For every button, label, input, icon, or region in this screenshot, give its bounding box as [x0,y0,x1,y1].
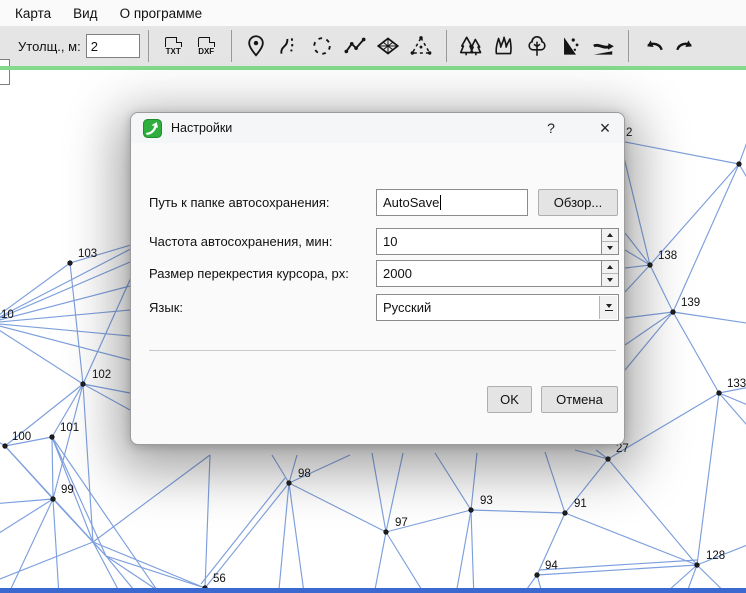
text-caret [440,195,442,210]
toolbar-separator [147,30,149,62]
polyline-button[interactable] [339,29,372,63]
svg-text:133: 133 [727,378,746,390]
menu-view[interactable]: Вид [64,3,106,24]
dialog-title: Настройки [171,121,233,135]
spin-up-icon [607,233,613,237]
grass-area-button[interactable] [488,29,521,63]
svg-text:56: 56 [213,573,226,585]
svg-text:93: 93 [480,495,493,507]
dialog-title-bar[interactable]: Настройки ? × [131,113,624,143]
thickness-label: Утолщ., м: [18,38,81,54]
autosave-path-label: Путь к папке автосохранения: [149,195,330,210]
combo-dropdown-button[interactable] [599,296,617,319]
toolbar-separator [230,30,232,62]
geo-point-button[interactable] [240,29,273,63]
dialog-help-button[interactable]: ? [536,113,566,143]
forest-area-button[interactable] [455,29,488,63]
svg-text:139: 139 [681,297,700,309]
scree-slope-button[interactable] [554,29,587,63]
triangulation-icon [410,36,432,55]
spin-up-button[interactable] [602,261,618,274]
forest-icon [460,36,482,56]
autosave-path-input[interactable]: AutoSave [376,189,528,216]
lasso-icon [313,37,331,55]
dialog-separator [149,350,616,351]
autosave-freq-input[interactable]: 10 [376,228,619,255]
toolbar-separator [445,30,447,62]
crosshair-size-label: Размер перекрестия курсора, px: [149,266,349,281]
tree-single-button[interactable] [521,29,554,63]
spin-down-button[interactable] [602,274,618,286]
contour-curve-button[interactable] [273,29,306,63]
dialog-close-button[interactable]: × [586,113,624,143]
svg-text:100: 100 [12,431,31,443]
undo-icon [647,40,664,51]
app-window: 103 10 102 101 100 99 56 98 97 93 91 94 128 133 139 138… [0,0,746,593]
redo-icon [676,40,693,51]
svg-text:97: 97 [395,517,408,529]
slope-descent-button[interactable] [587,29,620,63]
tree-icon [528,35,546,56]
settings-dialog: Настройки ? × Путь к папке автосохранени… [130,112,625,445]
svg-text:98: 98 [298,468,311,480]
spin-up-icon [607,265,613,269]
crosshair-size-value: 2000 [383,266,412,281]
geo-point-icon [248,35,264,57]
svg-text:102: 102 [92,369,111,381]
language-combobox[interactable]: Русский [376,294,619,321]
thickness-input[interactable]: 2 [85,34,140,58]
polyline-icon [344,37,366,54]
export-txt-button[interactable]: TXT [157,29,190,63]
toolbar-left-input[interactable] [0,59,10,85]
scree-icon [564,37,579,55]
language-value: Русский [383,300,432,315]
svg-text:128: 128 [706,550,725,562]
txt-file-icon: TXT [164,36,182,56]
combo-drop-bar [604,309,613,312]
export-dxf-button[interactable]: DXF [190,29,223,63]
redo-button[interactable] [670,29,703,63]
freq-spinner [601,229,618,254]
bottom-status-bar [0,588,746,593]
svg-text:101: 101 [60,422,79,434]
ok-button[interactable]: OK [487,386,532,413]
browse-button[interactable]: Обзор... [538,189,618,216]
spin-down-button[interactable] [602,242,618,254]
crosshair-size-input[interactable]: 2000 [376,260,619,287]
menu-about[interactable]: О программе [111,3,212,24]
spin-down-icon [607,278,613,282]
contour-curve-icon [280,38,294,54]
slope-descent-icon [593,43,615,55]
svg-text:94: 94 [545,560,558,572]
toolbar-separator [627,30,629,62]
grass-icon [495,36,513,55]
crosshair-spinner [601,261,618,286]
chevron-down-icon [605,303,612,308]
undo-button[interactable] [637,29,670,63]
svg-text:91: 91 [574,498,587,510]
app-logo-icon [143,118,162,138]
svg-text:138: 138 [658,250,677,262]
triangulation-button[interactable] [405,29,438,63]
menu-bar: Карта Вид О программе [0,0,746,26]
toolbar: Утолщ., м: 2 TXT DXF [0,26,746,85]
spin-up-button[interactable] [602,229,618,242]
autosave-freq-value: 10 [383,234,398,249]
spin-down-icon [607,246,613,250]
lasso-select-button[interactable] [306,29,339,63]
mesh-surface-button[interactable] [372,29,405,63]
autosave-freq-label: Частота автосохранения, мин: [149,234,333,249]
svg-text:2: 2 [626,127,632,139]
toolbar-accent-line [0,66,746,70]
svg-text:103: 103 [78,248,97,260]
language-label: Язык: [149,300,183,315]
svg-text:99: 99 [61,484,74,496]
menu-map[interactable]: Карта [6,3,60,24]
autosave-path-value: AutoSave [383,195,440,210]
dxf-file-icon: DXF [197,36,215,56]
mesh-surface-icon [377,37,400,55]
svg-text:10: 10 [1,309,14,321]
cancel-button[interactable]: Отмена [541,386,618,413]
